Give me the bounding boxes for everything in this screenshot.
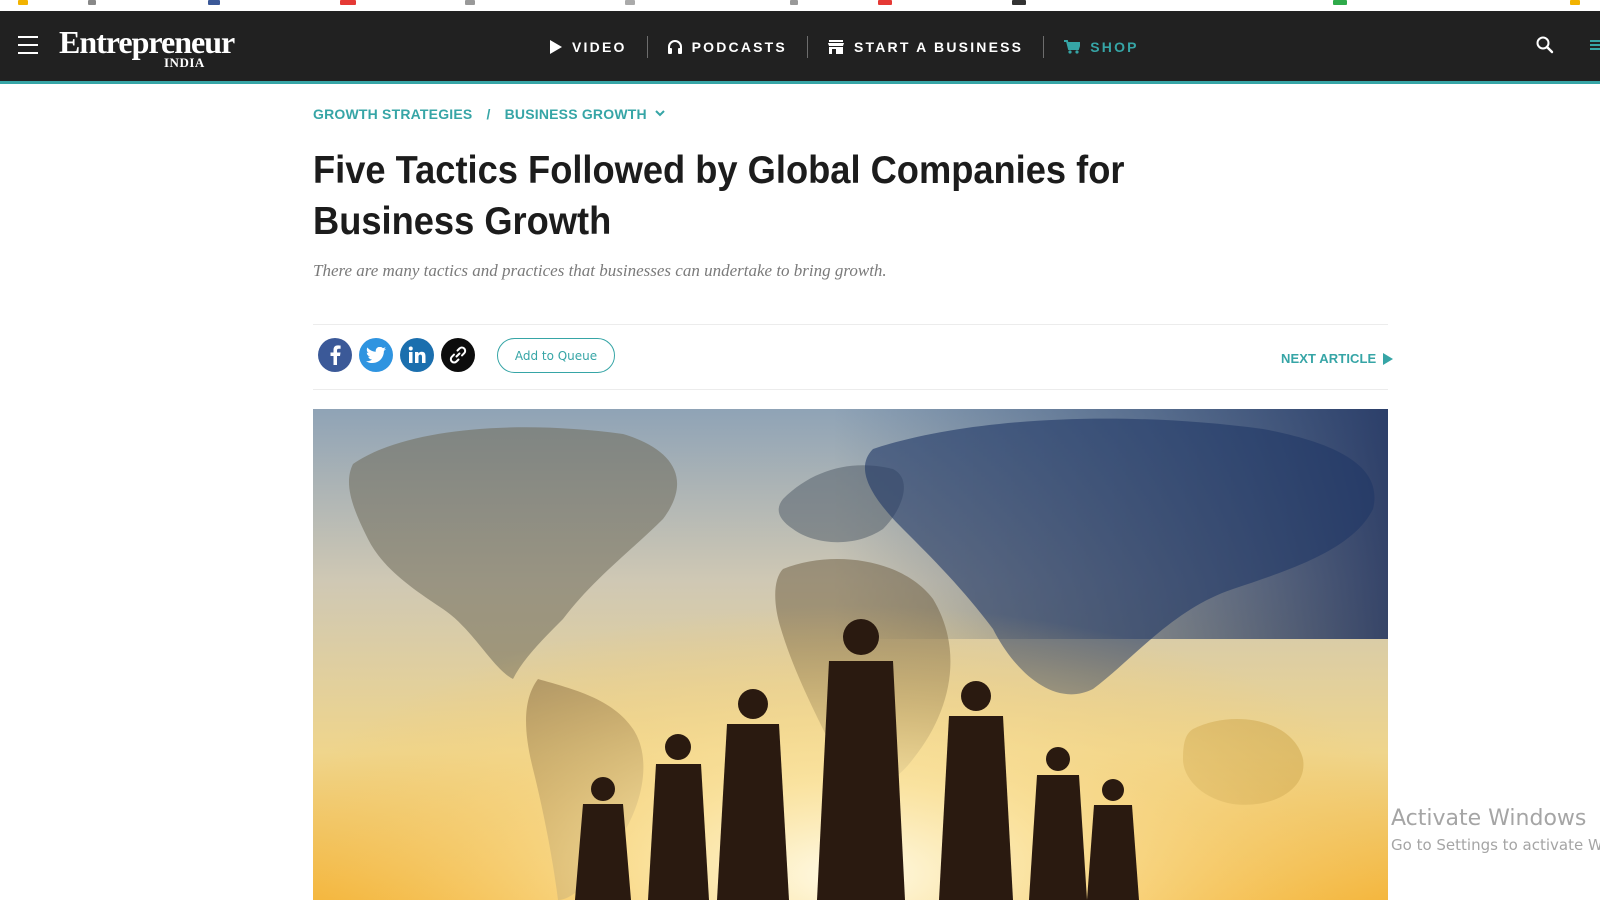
next-article-label: NEXT ARTICLE bbox=[1281, 351, 1377, 366]
cart-icon bbox=[1064, 40, 1081, 54]
nav-podcasts-label: PODCASTS bbox=[691, 39, 787, 55]
add-to-queue-button[interactable]: Add to Queue bbox=[497, 338, 615, 373]
facebook-icon[interactable] bbox=[318, 338, 352, 372]
world-map-silhouettes-image bbox=[313, 409, 1388, 900]
nav-video-label: VIDEO bbox=[572, 39, 627, 55]
site-logo[interactable]: Entrepreneur INDIA bbox=[59, 24, 235, 70]
link-icon[interactable] bbox=[441, 338, 475, 372]
nav-video[interactable]: VIDEO bbox=[550, 39, 627, 55]
next-article-link[interactable]: NEXT ARTICLE bbox=[1281, 351, 1394, 366]
divider bbox=[313, 324, 1388, 325]
watermark-title: Activate Windows bbox=[1391, 806, 1587, 831]
watermark-subtitle: Go to Settings to activate Windows. bbox=[1391, 836, 1600, 854]
headphones-icon bbox=[667, 40, 682, 54]
nav-divider bbox=[646, 36, 648, 58]
divider bbox=[313, 389, 1388, 390]
nav-shop-label: SHOP bbox=[1090, 39, 1139, 55]
nav-shop[interactable]: SHOP bbox=[1064, 39, 1138, 55]
logo-edition: INDIA bbox=[164, 55, 205, 70]
play-arrow-icon bbox=[1383, 352, 1394, 365]
play-icon bbox=[550, 40, 562, 54]
nav-podcasts[interactable]: PODCASTS bbox=[667, 39, 787, 55]
breadcrumb-growth-strategies[interactable]: GROWTH STRATEGIES bbox=[313, 106, 472, 122]
nav-start-a-business-label: START A BUSINESS bbox=[853, 39, 1024, 55]
side-menu-icon[interactable] bbox=[1590, 40, 1600, 50]
article-dek: There are many tactics and practices tha… bbox=[313, 261, 887, 280]
site-header: Entrepreneur INDIA VIDEO PODCASTS START … bbox=[0, 11, 1600, 84]
nav-start-a-business[interactable]: START A BUSINESS bbox=[827, 39, 1024, 55]
hamburger-menu-icon[interactable] bbox=[18, 36, 38, 54]
twitter-icon[interactable] bbox=[359, 338, 393, 372]
main-nav: VIDEO PODCASTS START A BUSINESS SHOP bbox=[550, 35, 1139, 59]
windows-activation-watermark: Activate Windows Go to Settings to activ… bbox=[1391, 806, 1600, 854]
search-icon[interactable] bbox=[1535, 35, 1555, 55]
logo-wordmark: Entrepreneur bbox=[59, 24, 235, 60]
breadcrumb-separator: / bbox=[486, 106, 491, 122]
breadcrumb: GROWTH STRATEGIES / BUSINESS GROWTH bbox=[313, 106, 665, 122]
store-icon bbox=[827, 40, 844, 54]
nav-divider bbox=[806, 36, 808, 58]
breadcrumb-business-growth[interactable]: BUSINESS GROWTH bbox=[505, 106, 647, 122]
chevron-down-icon[interactable] bbox=[655, 110, 665, 118]
hero-image bbox=[313, 409, 1388, 900]
nav-divider bbox=[1043, 36, 1045, 58]
article-title: Five Tactics Followed by Global Companie… bbox=[313, 149, 1125, 243]
linkedin-icon[interactable] bbox=[400, 338, 434, 372]
